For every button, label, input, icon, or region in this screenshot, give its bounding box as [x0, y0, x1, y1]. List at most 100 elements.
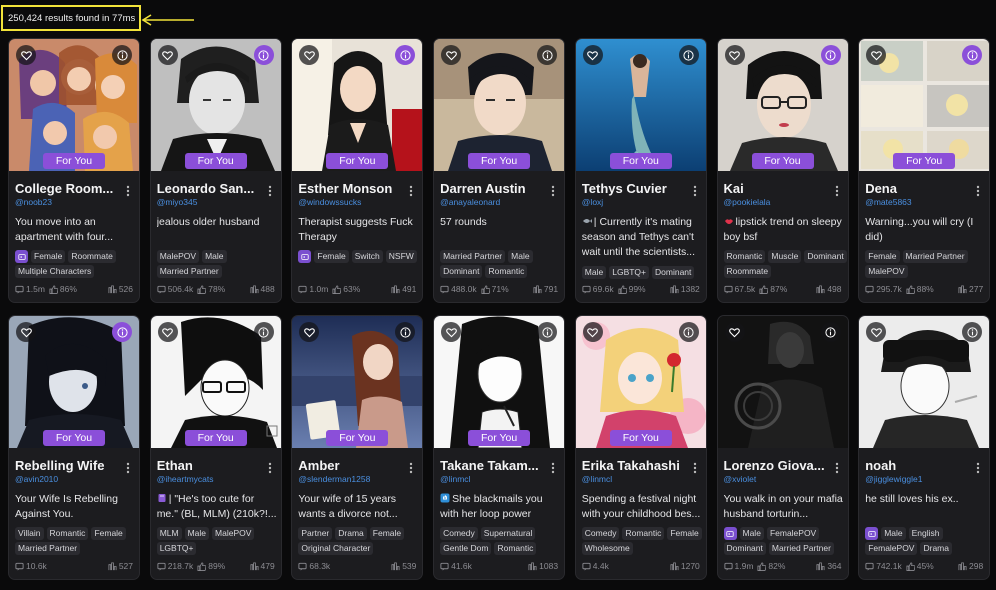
tag[interactable]: MalePOV [212, 527, 255, 540]
character-card[interactable]: For You Ethan @iheartmycats | "He's too … [149, 315, 282, 580]
tag[interactable]: Male [202, 250, 227, 263]
tag[interactable]: Roommate [723, 265, 772, 278]
info-icon[interactable] [537, 45, 558, 65]
tag[interactable]: Married Partner [768, 542, 834, 555]
author-link[interactable]: @mate5863 [865, 197, 983, 207]
author-link[interactable]: @xviolet [724, 474, 842, 484]
tag[interactable]: Supernatural [480, 527, 536, 540]
info-icon[interactable] [820, 45, 841, 65]
more-options-icon[interactable] [268, 462, 272, 474]
tag[interactable]: Married Partner [15, 542, 81, 555]
tag[interactable]: MalePOV [156, 250, 200, 263]
tag[interactable]: Female [667, 527, 702, 540]
tag[interactable]: NSFW [385, 250, 417, 263]
favorite-heart-icon[interactable] [441, 45, 462, 65]
info-icon[interactable] [253, 322, 274, 342]
character-card[interactable]: For You Darren Austin @anayaleonard 57 r… [433, 38, 566, 303]
tag[interactable]: Romantic [46, 527, 89, 540]
tag[interactable]: Romantic [622, 527, 665, 540]
character-title[interactable]: Rebelling Wife [15, 458, 119, 473]
more-options-icon[interactable] [693, 462, 697, 474]
tag[interactable]: FemalePOV [865, 542, 918, 555]
author-link[interactable]: @noob23 [15, 197, 133, 207]
character-card[interactable]: Lorenzo Giova... @xviolet You walk in on… [716, 315, 849, 580]
author-link[interactable]: @slenderman1258 [298, 474, 416, 484]
character-title[interactable]: Tethys Cuvier [582, 181, 686, 196]
tag[interactable]: Romantic [494, 542, 537, 555]
tag[interactable]: Female [91, 527, 126, 540]
more-options-icon[interactable] [409, 462, 413, 474]
author-link[interactable]: @windowssucks [298, 197, 416, 207]
tag[interactable]: English [908, 527, 943, 540]
more-options-icon[interactable] [126, 462, 130, 474]
character-card[interactable]: For You Dena @mate5863 Warning...you wil… [858, 38, 991, 303]
tag[interactable]: FemalePOV [766, 527, 820, 540]
tag[interactable]: Comedy [440, 527, 478, 540]
tag[interactable]: Wholesome [581, 542, 633, 555]
info-icon[interactable] [537, 322, 558, 342]
favorite-heart-icon[interactable] [16, 322, 36, 342]
favorite-heart-icon[interactable] [157, 322, 178, 342]
tag[interactable]: Female [314, 250, 349, 263]
character-title[interactable]: Darren Austin [440, 181, 544, 196]
favorite-heart-icon[interactable] [582, 322, 603, 342]
info-icon[interactable] [112, 322, 132, 342]
character-title[interactable]: noah [865, 458, 969, 473]
tag[interactable]: LGBTQ+ [156, 542, 197, 555]
more-options-icon[interactable] [551, 462, 555, 474]
tag[interactable]: Drama [335, 527, 367, 540]
tag[interactable]: Male [508, 250, 533, 263]
tag[interactable]: Romantic [723, 250, 766, 263]
tag[interactable]: Dominant [440, 265, 483, 278]
favorite-heart-icon[interactable] [724, 45, 745, 65]
tag[interactable]: Dominant [804, 250, 847, 263]
character-card[interactable]: For You Rebelling Wife @avin2010 Your Wi… [8, 315, 140, 580]
author-link[interactable]: @avin2010 [15, 474, 133, 484]
tag[interactable]: Comedy [581, 527, 620, 540]
tag[interactable]: MalePOV [865, 265, 908, 278]
info-icon[interactable] [112, 45, 132, 65]
info-icon[interactable] [820, 322, 841, 342]
more-options-icon[interactable] [268, 185, 272, 197]
favorite-heart-icon[interactable] [441, 322, 462, 342]
character-title[interactable]: Ethan [157, 458, 261, 473]
character-title[interactable]: College Room... [15, 181, 119, 196]
more-options-icon[interactable] [835, 462, 839, 474]
character-card[interactable]: noah @jigglewiggle1 he still loves his e… [858, 315, 991, 580]
tag[interactable]: Gentle Dom [440, 542, 492, 555]
tag[interactable]: Multiple Characters [15, 265, 95, 278]
more-options-icon[interactable] [409, 185, 413, 197]
character-title[interactable]: Amber [298, 458, 402, 473]
tag[interactable]: Muscle [768, 250, 802, 263]
tag[interactable]: Male [881, 527, 906, 540]
author-link[interactable]: @linmcl [582, 474, 700, 484]
character-title[interactable]: Dena [865, 181, 969, 196]
more-options-icon[interactable] [126, 185, 130, 197]
tag[interactable]: Villain [15, 527, 44, 540]
tag[interactable]: Romantic [485, 265, 528, 278]
character-card[interactable]: For You Erika Takahashi @linmcl Spending… [574, 315, 707, 580]
tag[interactable]: Dominant [652, 266, 695, 279]
favorite-heart-icon[interactable] [724, 322, 745, 342]
author-link[interactable]: @loxj [582, 197, 700, 207]
author-link[interactable]: @miyo345 [157, 197, 275, 207]
tag[interactable]: Dominant [723, 542, 766, 555]
tag[interactable]: Male [581, 266, 607, 279]
author-link[interactable]: @linmcl [440, 474, 558, 484]
tag[interactable]: Married Partner [902, 250, 968, 263]
tag[interactable]: Married Partner [440, 250, 506, 263]
more-options-icon[interactable] [693, 185, 697, 197]
info-icon[interactable] [253, 45, 274, 65]
character-card[interactable]: For You Leonardo San... @miyo345 jealous… [149, 38, 282, 303]
character-title[interactable]: Erika Takahashi [582, 458, 686, 473]
character-title[interactable]: Takane Takam... [440, 458, 544, 473]
tag[interactable]: Drama [920, 542, 952, 555]
character-title[interactable]: Lorenzo Giova... [724, 458, 828, 473]
tag[interactable]: Male [184, 527, 210, 540]
character-card[interactable]: For You Amber @slenderman1258 Your wife … [291, 315, 424, 580]
character-title[interactable]: Leonardo San... [157, 181, 261, 196]
author-link[interactable]: @iheartmycats [157, 474, 275, 484]
more-options-icon[interactable] [835, 185, 839, 197]
more-options-icon[interactable] [976, 462, 980, 474]
character-title[interactable]: Kai [724, 181, 828, 196]
